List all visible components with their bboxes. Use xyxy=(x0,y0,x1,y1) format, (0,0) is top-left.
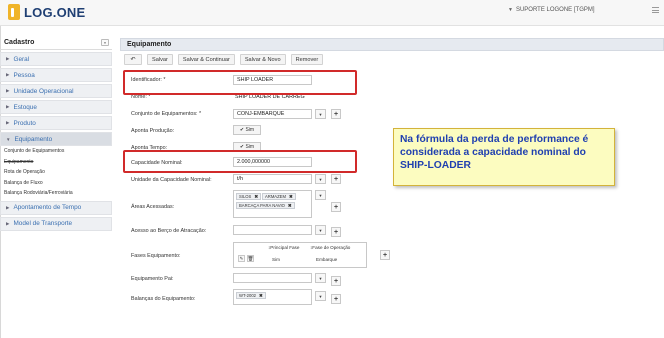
toolbar: ↶ Salvar Salvar & Continuar Salvar & Nov… xyxy=(124,53,328,66)
tag-label: WT-2002 xyxy=(239,293,256,298)
sidebar-item-apontamento[interactable]: ▶ Apontamento de Tempo xyxy=(0,200,112,215)
areas-label: Áreas Acessadas: xyxy=(131,204,175,210)
add-balanca-button[interactable]: + xyxy=(331,294,341,304)
hamburger-menu-icon[interactable] xyxy=(652,7,659,13)
sidebar-subitem-conjunto[interactable]: Conjunto de Equipamentos xyxy=(0,146,112,157)
back-button[interactable]: ↶ xyxy=(124,54,142,65)
collapse-icon[interactable]: « xyxy=(101,39,109,46)
sidebar-item-label: Geral xyxy=(13,55,30,63)
unidade-select[interactable]: t/h xyxy=(233,174,312,184)
sidebar-title: Cadastro xyxy=(4,39,35,46)
top-bar: LOG.ONE ▼ SUPORTE LOGONE [TGPM] xyxy=(0,0,664,26)
sidebar-subitem-rota[interactable]: Rota de Operação xyxy=(0,167,112,178)
sidebar-item-label: Model de Transporte xyxy=(13,220,73,227)
close-icon[interactable]: ✖ xyxy=(254,194,258,200)
sidebar-item-label: Equipamento xyxy=(14,135,53,143)
sidebar-item-model-transporte[interactable]: ▶ Model de Transporte xyxy=(0,216,112,231)
sidebar-item-produto[interactable]: ▶ Produto xyxy=(0,116,112,130)
sidebar-header: Cadastro « xyxy=(0,36,112,50)
chevron-right-icon: ▶ xyxy=(6,72,10,77)
sidebar-item-pessoa[interactable]: ▶ Pessoa xyxy=(0,68,112,82)
tag-label: BARCAÇA PARA NAVIO xyxy=(239,203,285,208)
annotation-note: Na fórmula da perda de performance é con… xyxy=(393,128,615,186)
close-icon[interactable]: ✖ xyxy=(288,203,292,209)
logo-text: LOG.ONE xyxy=(24,4,86,20)
acesso-berco-label: Acesso ao Berço de Atracação: xyxy=(131,228,207,234)
chevron-right-icon: ▶ xyxy=(6,204,10,210)
unidade-label: Unidade da Capacidade Nominal: xyxy=(131,177,212,183)
fases-table: ↕Principal Fase ↕Fase de Operação ✎ 🗑 Si… xyxy=(233,242,367,268)
fases-label: Fases Equipamento: xyxy=(131,253,181,259)
close-icon[interactable]: ✖ xyxy=(259,293,263,299)
balancas-multiselect[interactable]: WT-2002 ✖ xyxy=(233,289,312,305)
tag-label: ARMAZEM xyxy=(265,194,286,199)
add-berco-button[interactable]: + xyxy=(331,227,341,237)
close-icon[interactable]: ✖ xyxy=(289,194,293,200)
sidebar-item-geral[interactable]: ▶ Geral xyxy=(0,52,112,66)
fases-row-principal: Sim xyxy=(272,257,280,262)
chevron-down-icon: ▼ xyxy=(6,136,11,142)
aponta-producao-label: Aponta Produção: xyxy=(131,128,175,134)
area-tag: ARMAZEM ✖ xyxy=(262,193,296,200)
add-unidade-button[interactable]: + xyxy=(331,174,341,184)
aponta-producao-toggle[interactable]: ✔ Sim xyxy=(233,125,261,135)
conjunto-select[interactable]: CONJ-EMBARQUE xyxy=(233,109,312,119)
highlight-capacidade xyxy=(123,150,357,173)
user-label: SUPORTE LOGONE [TGPM] xyxy=(515,7,595,13)
remove-button[interactable]: Remover xyxy=(290,54,324,65)
sidebar: Cadastro « ▶ Geral ▶ Pessoa ▶ Unidade Opera… xyxy=(0,36,112,306)
fases-row-fase: Embarque xyxy=(316,257,338,262)
edit-icon[interactable]: ✎ xyxy=(238,255,245,262)
add-equipamento-pai-button[interactable]: + xyxy=(331,276,341,286)
highlight-identificador xyxy=(123,70,357,95)
add-area-button[interactable]: + xyxy=(331,202,341,212)
sidebar-item-label: Apontamento de Tempo xyxy=(13,204,82,211)
area-tag: BARCAÇA PARA NAVIO ✖ xyxy=(236,202,295,209)
chevron-down-icon[interactable]: ▼ xyxy=(315,273,326,283)
chevron-right-icon: ▶ xyxy=(6,220,10,226)
sidebar-item-label: Estoque xyxy=(13,103,37,111)
conjunto-label: Conjunto de Equipamentos: * xyxy=(131,111,202,117)
chevron-right-icon: ▶ xyxy=(6,104,10,109)
chevron-down-icon[interactable]: ▼ xyxy=(315,109,326,119)
sidebar-item-equipamento[interactable]: ▼ Equipamento xyxy=(0,132,112,146)
chevron-right-icon: ▶ xyxy=(6,120,10,125)
chevron-down-icon[interactable]: ▼ xyxy=(315,225,326,235)
save-button[interactable]: Salvar xyxy=(147,54,173,65)
chevron-down-icon[interactable]: ▼ xyxy=(315,174,326,184)
balancas-label: Balanças do Equipamento: xyxy=(131,296,196,302)
chevron-down-icon[interactable]: ▼ xyxy=(315,190,326,200)
user-menu[interactable]: ▼ SUPORTE LOGONE [TGPM] xyxy=(508,7,595,13)
sidebar-subitem-balanca-fluxo[interactable]: Balança de Fluxo xyxy=(0,178,112,189)
tag-label: SILOS xyxy=(239,194,252,199)
sidebar-item-label: Unidade Operacional xyxy=(13,87,74,95)
sidebar-item-label: Pessoa xyxy=(13,71,35,79)
chevron-right-icon: ▶ xyxy=(6,88,10,93)
acesso-berco-select[interactable] xyxy=(233,225,312,235)
add-fase-button[interactable]: + xyxy=(380,250,390,260)
fases-col-fase[interactable]: ↕Fase de Operação xyxy=(310,245,350,250)
chevron-down-icon[interactable]: ▼ xyxy=(315,291,326,301)
sidebar-item-estoque[interactable]: ▶ Estoque xyxy=(0,100,112,114)
equipamento-pai-label: Equipamento Pai: xyxy=(131,276,174,282)
logo-icon xyxy=(8,4,20,20)
areas-multiselect[interactable]: SILOS ✖ ARMAZEM ✖ BARCAÇA PARA NAVIO ✖ xyxy=(233,190,312,218)
logo[interactable]: LOG.ONE xyxy=(8,4,85,20)
add-conjunto-button[interactable]: + xyxy=(331,109,341,119)
area-tag: SILOS ✖ xyxy=(236,193,262,200)
caret-down-icon: ▼ xyxy=(508,7,513,13)
save-continue-button[interactable]: Salvar & Continuar xyxy=(177,54,235,65)
sidebar-subitem-balanca-rodoviaria[interactable]: Balança Rodoviária/Ferroviária xyxy=(0,188,112,199)
equipamento-pai-select[interactable] xyxy=(233,273,312,283)
balanca-tag: WT-2002 ✖ xyxy=(236,292,266,299)
sidebar-subitem-equipamento[interactable]: Equipamento xyxy=(0,157,112,168)
sidebar-item-label: Produto xyxy=(13,119,36,127)
fases-col-principal[interactable]: ↕Principal Fase xyxy=(268,245,299,250)
trash-icon[interactable]: 🗑 xyxy=(247,255,254,262)
chevron-right-icon: ▶ xyxy=(6,56,10,61)
save-new-button[interactable]: Salvar & Novo xyxy=(239,54,286,65)
page-title: Equipamento xyxy=(120,38,664,51)
sidebar-item-unidade-operacional[interactable]: ▶ Unidade Operacional xyxy=(0,84,112,98)
